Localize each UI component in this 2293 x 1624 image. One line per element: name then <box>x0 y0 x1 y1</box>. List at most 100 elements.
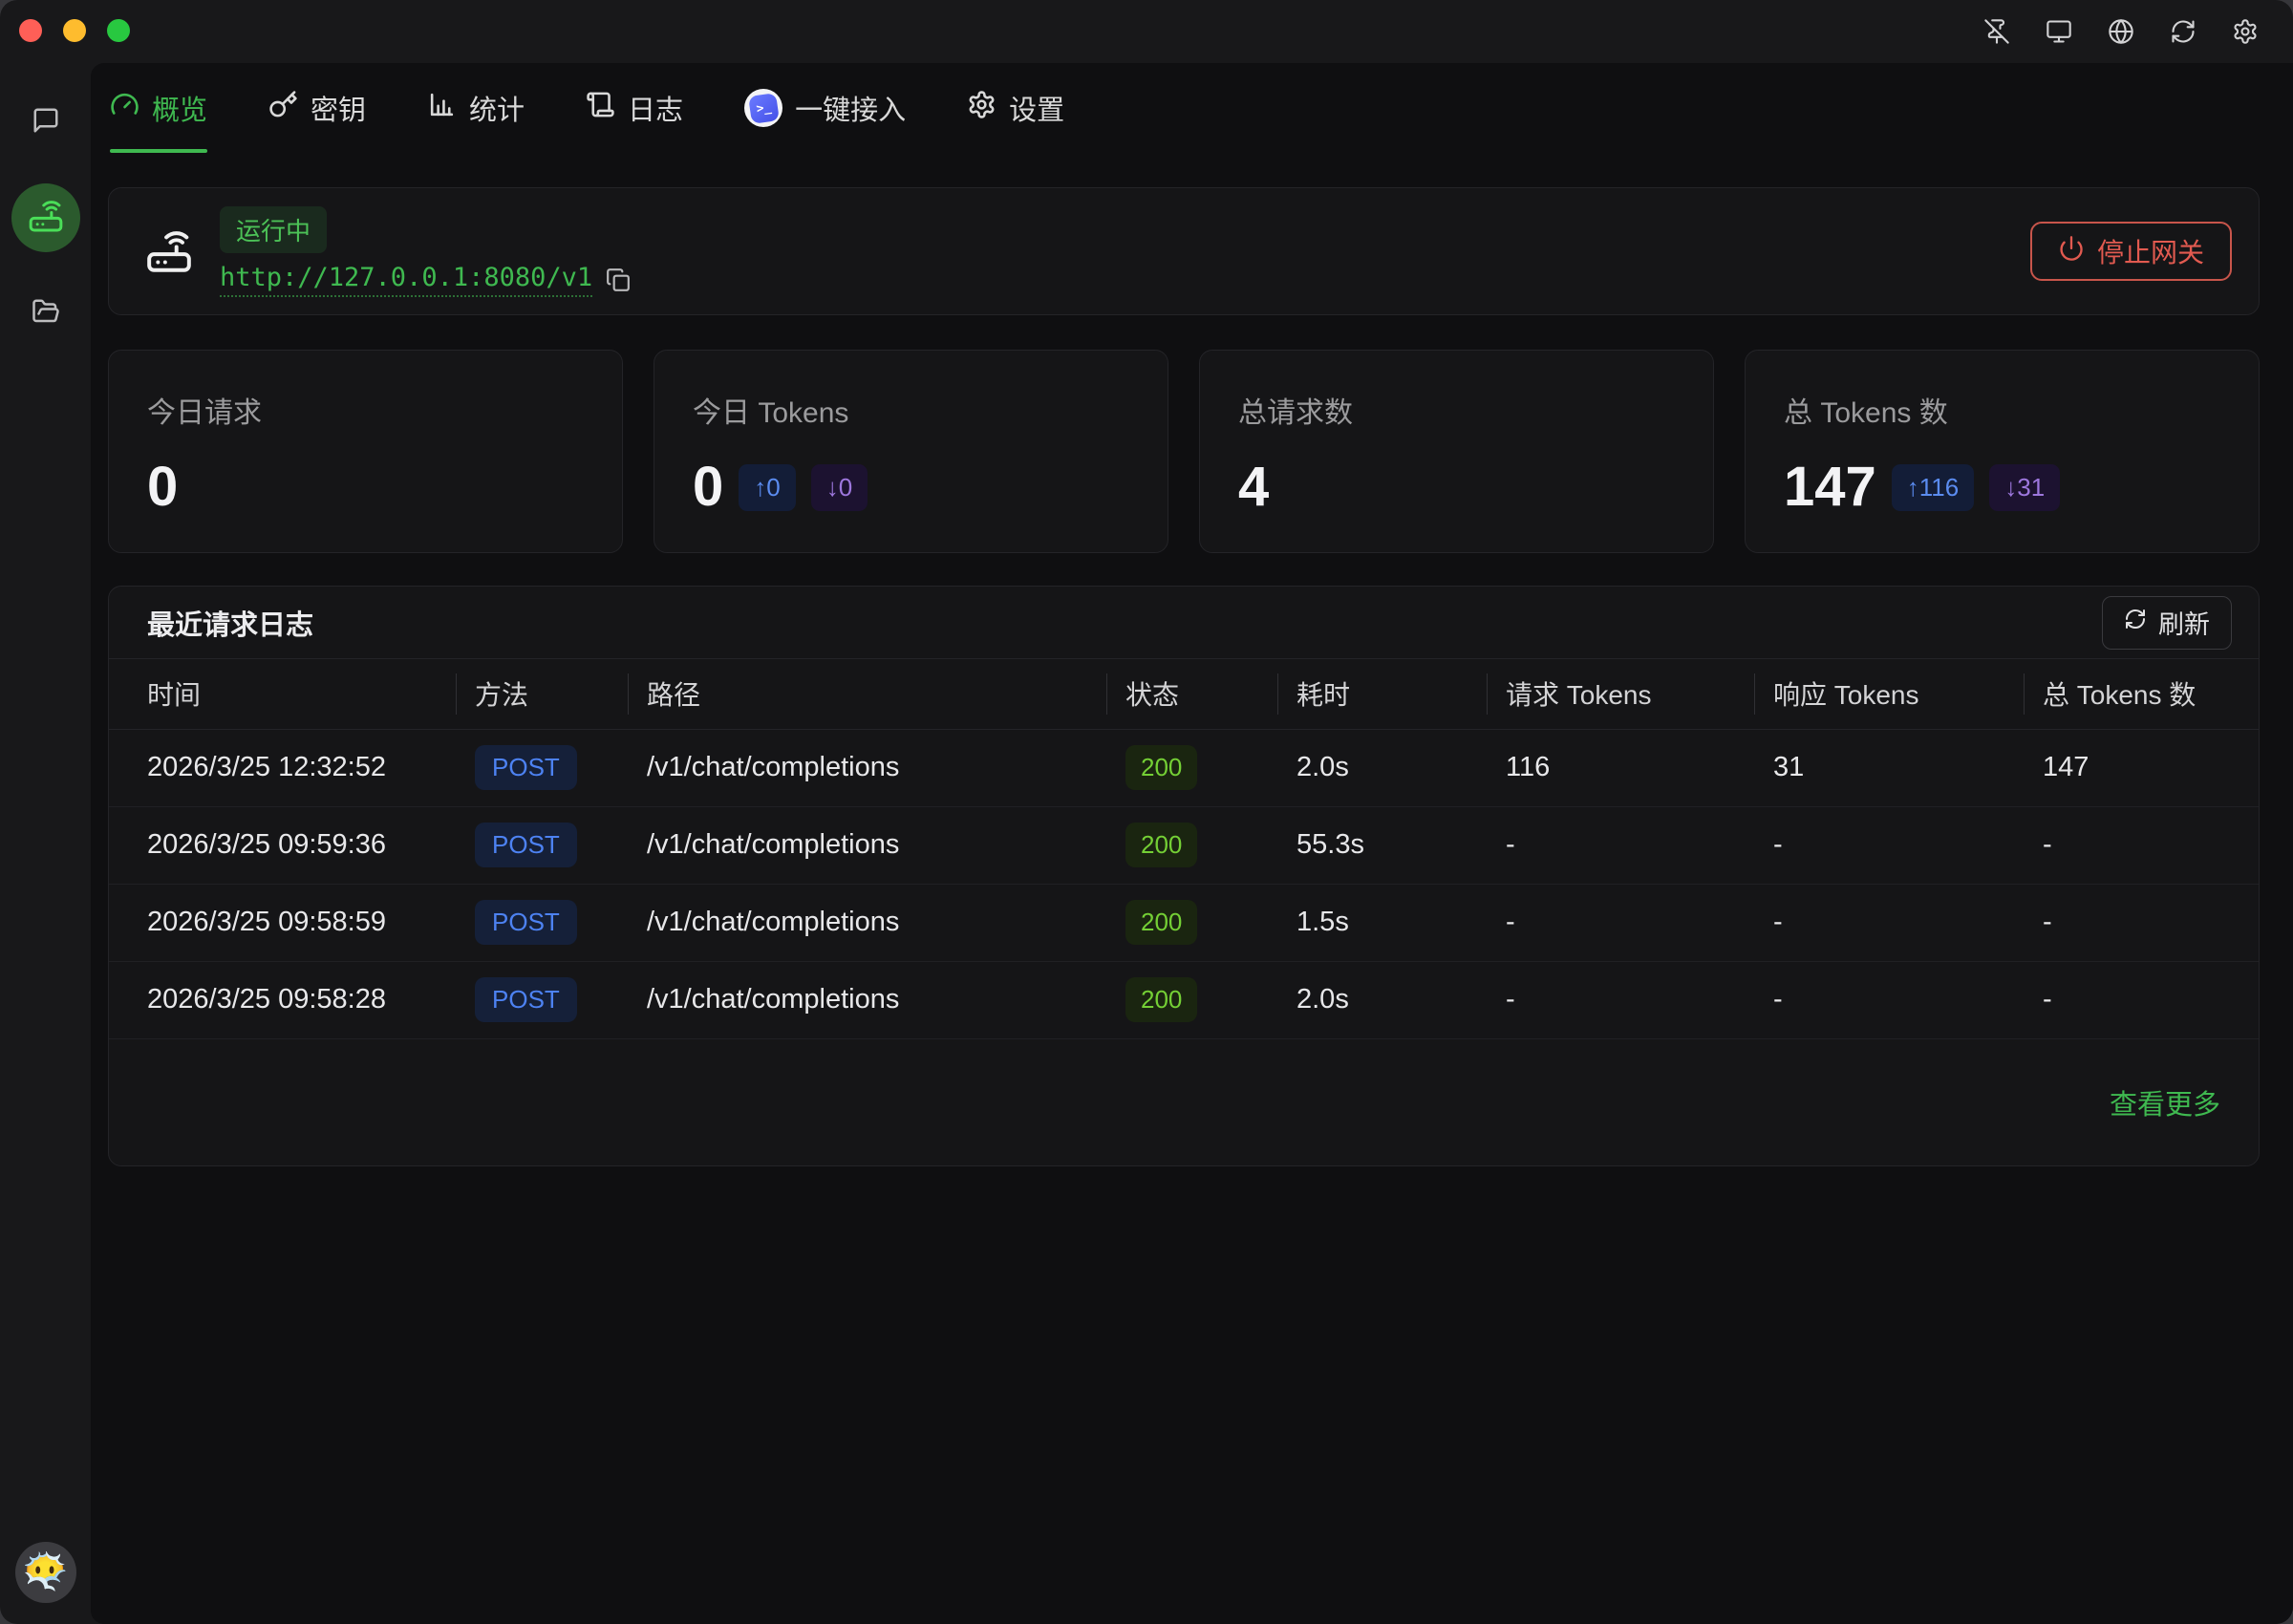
cell-duration: 2.0s <box>1277 961 1487 1038</box>
col-request-tokens: 请求 Tokens <box>1487 659 1754 729</box>
maximize-button[interactable] <box>107 19 130 42</box>
cell-time: 2026/3/25 12:32:52 <box>109 729 456 806</box>
status-badge: 200 <box>1125 745 1197 790</box>
tab-quick-connect[interactable]: >_ 一键接入 <box>744 63 906 153</box>
stop-gateway-button[interactable]: 停止网关 <box>2030 222 2232 281</box>
minimize-button[interactable] <box>63 19 86 42</box>
table-header-row: 时间 方法 路径 状态 耗时 请求 Tokens 响应 Tokens 总 Tok… <box>109 659 2259 729</box>
col-total-tokens: 总 Tokens 数 <box>2024 659 2259 729</box>
cell-time: 2026/3/25 09:58:28 <box>109 961 456 1038</box>
globe-icon[interactable] <box>2108 18 2134 45</box>
cell-response-tokens: - <box>1754 806 2024 884</box>
view-more-link[interactable]: 查看更多 <box>2110 1082 2220 1122</box>
sidebar-item-files[interactable] <box>25 292 67 334</box>
copy-icon[interactable] <box>606 267 631 292</box>
tokens-up-badge: ↑0 <box>739 464 795 511</box>
tab-logs[interactable]: 日志 <box>586 63 683 153</box>
col-status: 状态 <box>1106 659 1277 729</box>
display-icon[interactable] <box>2046 18 2072 45</box>
stat-label: 今日 Tokens <box>693 389 1129 431</box>
tab-bar: 概览 密钥 统计 日志 >_ <box>108 63 2260 153</box>
cell-duration: 2.0s <box>1277 729 1487 806</box>
tab-label: 概览 <box>152 88 207 128</box>
refresh-icon <box>2124 608 2147 637</box>
refresh-icon[interactable] <box>2170 18 2197 45</box>
terminal-app-icon: >_ <box>744 89 782 127</box>
stop-gateway-label: 停止网关 <box>2097 232 2204 270</box>
stat-card-today-requests: 今日请求 0 <box>108 350 623 553</box>
main-content: 概览 密钥 统计 日志 >_ <box>91 63 2293 1624</box>
pin-off-icon[interactable] <box>1983 18 2010 45</box>
method-badge: POST <box>475 745 577 790</box>
tab-settings[interactable]: 设置 <box>967 63 1064 153</box>
stat-card-total-requests: 总请求数 4 <box>1199 350 1714 553</box>
cell-request-tokens: - <box>1487 961 1754 1038</box>
stat-value: 4 <box>1238 459 1269 515</box>
avatar[interactable]: 😶‍🌫️ <box>15 1542 76 1603</box>
bar-chart-icon <box>427 90 457 127</box>
tokens-up-badge: ↑116 <box>1892 464 1974 511</box>
status-badge: 运行中 <box>220 206 327 253</box>
tab-stats[interactable]: 统计 <box>427 63 525 153</box>
chat-icon <box>32 106 60 139</box>
table-row: 2026/3/25 09:58:28 POST /v1/chat/complet… <box>109 961 2259 1038</box>
stat-value: 147 <box>1784 459 1876 515</box>
app-window: 😶‍🌫️ 概览 密钥 统计 <box>0 0 2293 1624</box>
router-icon <box>145 227 193 275</box>
sidebar-item-chat[interactable] <box>25 101 67 143</box>
cell-path: /v1/chat/completions <box>628 806 1106 884</box>
gateway-url-link[interactable]: http://127.0.0.1:8080/v1 <box>220 263 592 297</box>
table-row: 2026/3/25 12:32:52 POST /v1/chat/complet… <box>109 729 2259 806</box>
cell-total-tokens: - <box>2024 961 2259 1038</box>
router-icon <box>28 198 64 239</box>
close-button[interactable] <box>19 19 42 42</box>
stat-label: 今日请求 <box>147 389 584 431</box>
cell-time: 2026/3/25 09:59:36 <box>109 806 456 884</box>
tokens-down-badge: ↓0 <box>811 464 868 511</box>
sidebar: 😶‍🌫️ <box>0 63 91 1624</box>
stat-card-total-tokens: 总 Tokens 数 147 ↑116 ↓31 <box>1745 350 2260 553</box>
stat-value: 0 <box>147 459 178 515</box>
tab-label: 统计 <box>469 88 525 128</box>
cell-request-tokens: 116 <box>1487 729 1754 806</box>
stat-card-today-tokens: 今日 Tokens 0 ↑0 ↓0 <box>654 350 1168 553</box>
recent-logs-card: 最近请求日志 刷新 时间 方法 路径 <box>108 586 2260 1166</box>
cell-path: /v1/chat/completions <box>628 729 1106 806</box>
tab-overview[interactable]: 概览 <box>110 63 207 153</box>
cell-response-tokens: - <box>1754 961 2024 1038</box>
cell-time: 2026/3/25 09:58:59 <box>109 884 456 961</box>
stat-value: 0 <box>693 459 723 515</box>
refresh-label: 刷新 <box>2158 604 2210 641</box>
settings-icon[interactable] <box>2232 18 2259 45</box>
col-time: 时间 <box>109 659 456 729</box>
cell-duration: 55.3s <box>1277 806 1487 884</box>
status-badge: 200 <box>1125 900 1197 945</box>
table-row: 2026/3/25 09:59:36 POST /v1/chat/complet… <box>109 806 2259 884</box>
cell-path: /v1/chat/completions <box>628 961 1106 1038</box>
refresh-logs-button[interactable]: 刷新 <box>2102 596 2232 650</box>
logs-title: 最近请求日志 <box>147 603 313 643</box>
gauge-icon <box>110 90 139 127</box>
col-method: 方法 <box>456 659 628 729</box>
tab-label: 密钥 <box>311 88 366 128</box>
method-badge: POST <box>475 977 577 1022</box>
status-badge: 200 <box>1125 977 1197 1022</box>
titlebar <box>0 0 2293 63</box>
power-icon <box>2058 235 2085 268</box>
gear-icon <box>967 90 996 127</box>
table-row: 2026/3/25 09:58:59 POST /v1/chat/complet… <box>109 884 2259 961</box>
tab-keys[interactable]: 密钥 <box>268 63 366 153</box>
logs-table: 时间 方法 路径 状态 耗时 请求 Tokens 响应 Tokens 总 Tok… <box>109 659 2259 1039</box>
folder-open-icon <box>32 297 60 331</box>
cell-response-tokens: 31 <box>1754 729 2024 806</box>
gateway-status-card: 运行中 http://127.0.0.1:8080/v1 停止网关 <box>108 187 2260 315</box>
sidebar-item-gateway[interactable] <box>11 183 80 252</box>
traffic-lights <box>19 19 130 42</box>
cell-response-tokens: - <box>1754 884 2024 961</box>
method-badge: POST <box>475 900 577 945</box>
tab-label: 一键接入 <box>795 88 906 128</box>
tab-label: 日志 <box>628 88 683 128</box>
avatar-emoji: 😶‍🌫️ <box>23 1551 68 1593</box>
col-path: 路径 <box>628 659 1106 729</box>
status-badge: 200 <box>1125 823 1197 867</box>
